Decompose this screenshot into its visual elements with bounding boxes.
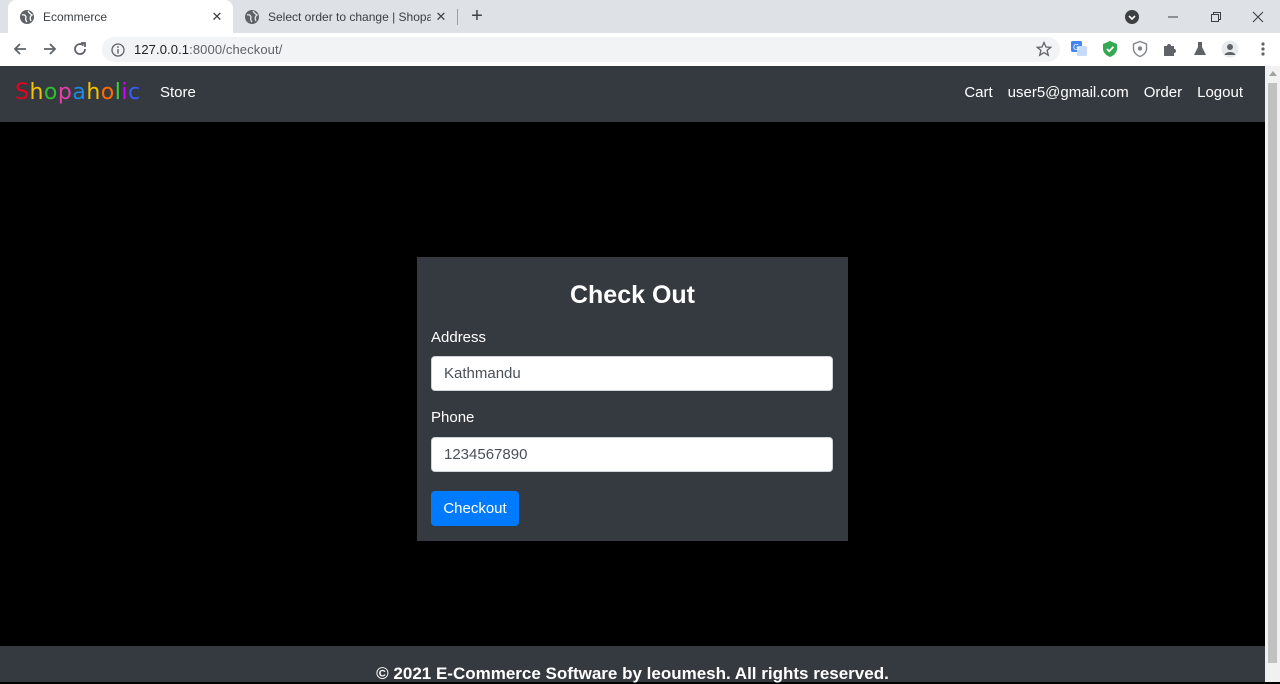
scrollbar-thumb[interactable] — [1268, 83, 1277, 663]
menu-kebab-icon[interactable] — [1254, 40, 1272, 58]
nav-order-link[interactable]: Order — [1144, 84, 1182, 101]
restore-icon[interactable] — [1194, 0, 1238, 33]
new-tab-icon[interactable]: + — [466, 5, 488, 27]
nav-user-email[interactable]: user5@gmail.com — [1008, 84, 1129, 101]
brand-letter: p — [57, 80, 73, 105]
brand-letter: h — [86, 80, 101, 105]
tab-ecommerce[interactable]: Ecommerce ✕ — [8, 0, 233, 33]
tab-search-icon[interactable] — [1110, 0, 1154, 33]
forward-icon[interactable] — [37, 36, 63, 62]
checkout-heading: Check Out — [569, 281, 696, 309]
phone-label: Phone — [431, 409, 475, 426]
page-scrollbar[interactable] — [1265, 66, 1280, 682]
url-path: :8000/checkout/ — [189, 42, 283, 57]
address-input[interactable]: Kathmandu — [431, 356, 833, 391]
nav-right-links: Cart user5@gmail.com Order Logout — [964, 84, 1243, 101]
brand-letter: h — [29, 80, 44, 105]
phone-input[interactable]: 1234567890 — [431, 437, 833, 472]
tab-separator — [457, 9, 458, 25]
brand-letter: S — [15, 80, 30, 105]
bookmark-star-icon[interactable] — [1035, 40, 1053, 57]
brand-letter: a — [72, 80, 87, 105]
checkout-button[interactable]: Checkout — [431, 491, 519, 526]
close-window-icon[interactable] — [1236, 0, 1280, 33]
shield-icon[interactable] — [1101, 40, 1119, 58]
profile-avatar-icon[interactable] — [1221, 40, 1239, 58]
nav-cart-link[interactable]: Cart — [964, 84, 992, 101]
tab-select-order[interactable]: Select order to change | Shopaholic ✕ — [233, 0, 457, 33]
brand-letter: o — [43, 80, 58, 105]
globe-icon — [244, 9, 260, 25]
minimize-icon[interactable] — [1151, 0, 1195, 33]
svg-text:G: G — [1073, 43, 1079, 52]
close-tab-icon[interactable]: ✕ — [207, 7, 227, 27]
brand-letter: l — [114, 80, 122, 105]
close-tab-icon[interactable]: ✕ — [431, 7, 451, 27]
tab-title: Select order to change | Shopaholic — [268, 9, 431, 24]
back-icon[interactable] — [7, 36, 33, 62]
info-icon[interactable] — [111, 42, 125, 57]
brand-letter: c — [128, 80, 141, 105]
tab-strip: Ecommerce ✕ Select order to change | Sho… — [0, 0, 1280, 33]
shopaholic-logo[interactable]: Shopaholic — [15, 80, 141, 105]
address-bar[interactable]: 127.0.0.1:8000/checkout/ — [102, 37, 1060, 62]
translate-icon[interactable]: G — [1070, 40, 1088, 58]
tab-title: Ecommerce — [43, 9, 108, 24]
extensions-puzzle-icon[interactable] — [1161, 40, 1179, 58]
url-host: 127.0.0.1 — [134, 42, 190, 57]
site-footer: © 2021 E-Commerce Software by leoumesh. … — [0, 646, 1265, 683]
globe-icon — [19, 9, 35, 25]
footer-copyright: © 2021 E-Commerce Software by leoumesh. … — [376, 664, 889, 683]
url-text: 127.0.0.1:8000/checkout/ — [134, 42, 282, 57]
brand-letter: o — [100, 80, 115, 105]
privacy-shield-icon[interactable] — [1131, 40, 1149, 58]
checkout-card: Check Out Address Kathmandu Phone 123456… — [417, 257, 848, 541]
address-label: Address — [431, 329, 487, 346]
page-viewport: Shopaholic Store Cart user5@gmail.com Or… — [0, 66, 1265, 683]
nav-logout-link[interactable]: Logout — [1197, 84, 1243, 101]
brand-letter: i — [121, 80, 129, 105]
site-navbar: Shopaholic Store Cart user5@gmail.com Or… — [0, 66, 1265, 122]
nav-store-link[interactable]: Store — [160, 84, 196, 101]
lab-flask-icon[interactable] — [1191, 40, 1209, 58]
reload-icon[interactable] — [67, 36, 93, 62]
scroll-up-arrow-icon[interactable] — [1269, 71, 1277, 76]
